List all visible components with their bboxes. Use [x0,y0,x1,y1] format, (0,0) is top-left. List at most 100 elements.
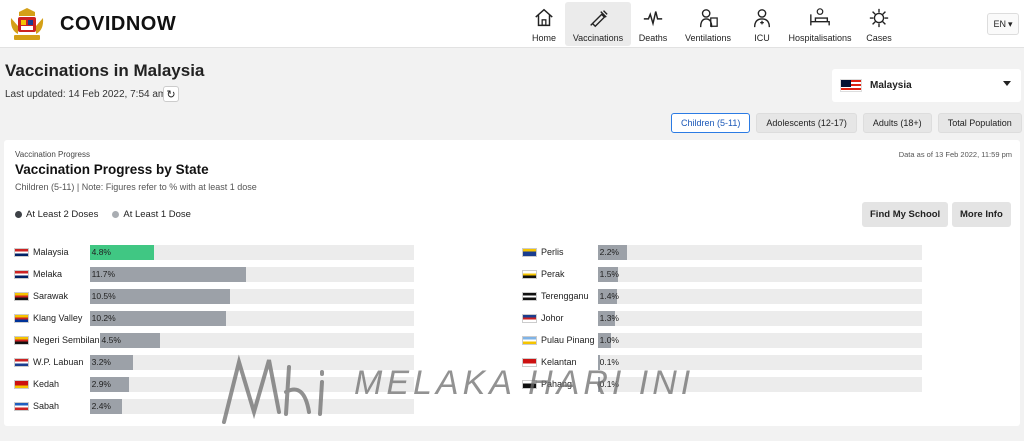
state-flag-icon [522,269,537,279]
page-title: Vaccinations in Malaysia [5,61,205,80]
state-flag-icon [14,401,29,411]
state-row: Pahang 0.1% [522,373,922,395]
age-group-tabs: Children (5-11) Adolescents (12-17) Adults… [671,113,1022,133]
more-info-button[interactable]: More Info [952,202,1011,227]
state-flag-icon [14,379,29,389]
state-name: W.P. Labuan [33,357,84,367]
progress-value: 4.5% [101,334,121,345]
nav-item-ventilations[interactable]: Ventilations [675,2,741,46]
card-eyebrow: Vaccination Progress [15,150,90,159]
state-flag-icon [14,269,29,279]
progress-track: 0.1% [597,376,922,392]
nav-item-vaccinations[interactable]: Vaccinations [565,2,631,46]
legend-dot-icon [15,210,22,218]
card-title: Vaccination Progress by State [15,162,209,177]
malaysia-flag-icon [840,79,862,92]
state-flag-icon [522,335,537,345]
nav-item-cases[interactable]: Cases [857,2,901,46]
state-flag-icon [522,379,537,389]
state-row: Malaysia 4.8% [14,241,414,263]
progress-track: 2.9% [89,376,414,392]
state-flag-icon [14,291,29,301]
progress-track: 4.5% [99,332,414,348]
state-row: Perlis 2.2% [522,241,922,263]
progress-value: 0.1% [599,378,619,389]
tab-children-5-11[interactable]: Children (5-11) [671,113,751,133]
legend-item-1-dose[interactable]: At Least 1 Dose [112,209,191,220]
state-name: Pahang [541,379,573,389]
state-name: Kelantan [541,357,577,367]
states-right-column: Perlis 2.2% Perak 1.5% Terengganu 1.4% Johor 1.… [522,241,922,395]
progress-value: 1.0% [599,334,619,345]
state-row: Negeri Sembilan 4.5% [14,329,414,351]
state-label: Pahang [522,379,598,389]
state-flag-icon [14,357,29,367]
country-select[interactable]: Malaysia [832,69,1021,102]
language-select[interactable]: EN ▾ [987,13,1019,35]
nav-item-hospitalisations[interactable]: Hospitalisations [783,2,857,46]
pulse-icon [643,11,663,27]
state-row: Sabah 2.4% [14,395,414,417]
legend: At Least 2 Doses At Least 1 Dose [15,209,191,220]
state-label: Melaka [14,269,90,279]
state-flag-icon [522,247,537,257]
refresh-icon[interactable]: ↻ [163,86,179,102]
state-label: Sabah [14,401,90,411]
last-updated: Last updated: 14 Feb 2022, 7:54 am [5,89,167,100]
state-name: Sabah [33,401,60,411]
syringe-icon [590,10,608,28]
progress-value: 10.5% [91,290,116,301]
progress-track: 10.5% [89,288,414,304]
progress-value: 11.7% [91,268,116,279]
state-name: Negeri Sembilan [33,335,100,345]
nav-label: Cases [866,33,892,43]
progress-track: 10.2% [89,310,414,326]
hospital-bed-icon [810,8,830,26]
progress-value: 0.1% [599,356,619,367]
state-label: Klang Valley [14,313,90,323]
state-name: Klang Valley [33,313,83,323]
progress-value: 4.8% [91,246,111,257]
state-row: Kelantan 0.1% [522,351,922,373]
state-flag-icon [522,313,537,323]
ventilator-icon [699,9,718,28]
tab-total-population[interactable]: Total Population [937,113,1022,133]
nav-label: Home [531,33,556,43]
progress-value: 1.4% [599,290,619,301]
state-label: Sarawak [14,291,90,301]
state-label: Kedah [14,379,90,389]
state-row: Melaka 11.7% [14,263,414,285]
state-flag-icon [522,357,537,367]
nav-item-home[interactable]: Home [523,2,565,46]
progress-track: 2.4% [89,398,414,414]
state-label: Perak [522,269,598,279]
states-left-column: Malaysia 4.8% Melaka 11.7% Sarawak 10.5% Klang… [14,241,414,417]
state-name: Kedah [33,379,60,389]
state-name: Sarawak [33,291,69,301]
state-row: Pulau Pinang 1.0% [522,329,922,351]
coat-of-arms-logo[interactable] [8,6,46,42]
legend-label: At Least 1 Dose [123,209,191,220]
state-label: Kelantan [522,357,598,367]
brand-name[interactable]: COVIDNOW [60,13,176,36]
legend-item-2-doses[interactable]: At Least 2 Doses [15,209,98,220]
main-nav: Home Vaccinations Deaths Ventilations ICU Hos… [523,2,901,46]
progress-value: 1.5% [599,268,619,279]
tab-adults-18[interactable]: Adults (18+) [862,113,932,133]
progress-value: 10.2% [91,312,116,323]
doctor-icon [753,9,771,28]
state-label: Malaysia [14,247,90,257]
state-flag-icon [14,335,29,345]
state-row: Sarawak 10.5% [14,285,414,307]
tab-adolescents-12-17[interactable]: Adolescents (12-17) [756,113,857,133]
nav-item-icu[interactable]: ICU [741,2,783,46]
nav-item-deaths[interactable]: Deaths [631,2,675,46]
progress-track: 1.4% [597,288,922,304]
progress-track: 1.0% [597,332,922,348]
state-name: Melaka [33,269,63,279]
find-my-school-button[interactable]: Find My School [862,202,949,227]
progress-value: 2.9% [91,378,111,389]
state-name: Perak [541,269,565,279]
progress-value: 2.4% [91,400,111,411]
nav-label: Deaths [638,33,668,43]
